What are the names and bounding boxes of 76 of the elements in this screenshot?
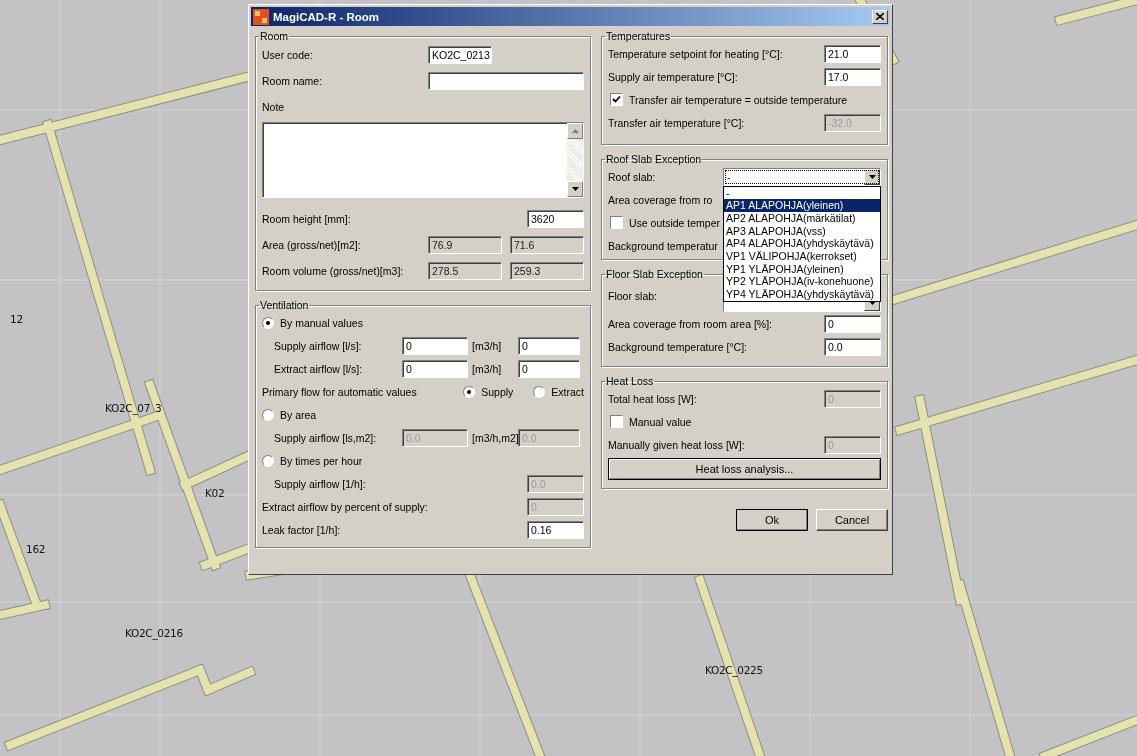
field-label: Transfer air temperature [°C]:	[608, 116, 746, 129]
readonly-field: 278.5	[428, 262, 502, 280]
field-label: Temperature setpoint for heating [°C]:	[608, 47, 784, 60]
dialog-button[interactable]: Ok	[736, 509, 808, 531]
input-field[interactable]: 3620	[527, 210, 584, 228]
field-label: Supply airflow [1/h]:	[274, 477, 367, 490]
field-label: Room volume (gross/net)[m3]:	[262, 265, 405, 277]
checkbox-label[interactable]: Use outside temper	[629, 216, 721, 229]
field-label: Primary flow for automatic values	[262, 385, 418, 398]
room-label: K02	[205, 487, 225, 499]
input-field[interactable]: 0	[402, 336, 468, 355]
radio-label[interactable]: Supply	[481, 385, 514, 398]
input-field[interactable]: 0	[824, 314, 881, 333]
field-label: Room height [mm]:	[262, 213, 352, 225]
field-label: Extract airflow [l/s]:	[274, 362, 364, 375]
field-label: Manually given heat loss [W]:	[608, 438, 746, 451]
dropdown-option[interactable]: -	[724, 186, 880, 200]
radio-label[interactable]: By manual values	[280, 316, 363, 329]
dropdown-option[interactable]: YP1 YLÄPOHJA(yleinen)	[724, 262, 880, 276]
field-label: Total heat loss [W]:	[608, 392, 698, 405]
input-field[interactable]: 0	[402, 359, 468, 378]
dropdown-option[interactable]: YP2 YLÄPOHJA(iv-konehuone)	[724, 275, 880, 289]
group-title: Floor Slab Exception	[605, 268, 704, 280]
field-label: Supply air temperature [°C]:	[608, 70, 739, 83]
input-field[interactable]: 0	[518, 359, 580, 378]
readonly-field: 76.9	[428, 236, 502, 254]
checkbox-label[interactable]: Manual value	[629, 415, 692, 428]
room-label: 162	[26, 543, 46, 555]
field-label: Leak factor [1/h]:	[262, 523, 342, 536]
field-label: Background temperature [°C]:	[608, 340, 749, 353]
field-label: Extract airflow by percent of supply:	[262, 500, 429, 513]
dropdown-option[interactable]: AP1 ALAPOHJA(yleinen)	[724, 199, 880, 212]
dropdown-option[interactable]: VP1 VÄLIPOHJA(kerrokset)	[724, 250, 880, 263]
field-label: Supply airflow [l/s]:	[274, 339, 363, 352]
analysis-button[interactable]: Heat loss analysis...	[608, 458, 881, 480]
checkbox-label[interactable]: Transfer air temperature = outside temperature	[629, 93, 848, 106]
unit-label: [m3/h]	[471, 362, 503, 375]
room-label: KO2C_0216	[125, 627, 183, 639]
dropdown-option[interactable]: AP3 ALAPOHJA(vss)	[724, 224, 880, 238]
field-label: Room name:	[262, 75, 324, 87]
input-field[interactable]: 21.0	[824, 44, 881, 63]
field-label: Note	[262, 101, 285, 113]
field-label: User code:	[262, 49, 314, 61]
group-title: Room	[259, 30, 289, 42]
dropdown-option[interactable]: AP4 ALAPOHJA(yhdyskäytävä)	[724, 237, 880, 250]
field-label: Roof slab:	[608, 170, 657, 183]
input-field[interactable]: 0.16	[527, 520, 584, 539]
dropdown-option[interactable]: AP2 ALAPOHJA(märkätilat)	[724, 211, 880, 225]
field-label: Floor slab:	[608, 290, 659, 302]
readonly-field: 259.3	[510, 262, 584, 280]
unit-label: [m3/h,m2]	[471, 431, 518, 444]
radio-label[interactable]: By area	[280, 408, 317, 421]
group-title: Heat Loss	[605, 375, 655, 387]
field-label: Background temperatur	[608, 239, 718, 252]
dropdown-option[interactable]: YP4 YLÄPOHJA(yhdyskäytävä)	[724, 288, 880, 301]
dialog-button[interactable]: Cancel	[816, 509, 888, 531]
group-title: Ventilation	[259, 299, 310, 311]
window-title: MagiCAD-R - Room	[273, 10, 381, 23]
room-label: 3	[155, 402, 162, 414]
input-field[interactable]: 17.0	[824, 67, 881, 86]
readonly-field: 71.6	[510, 236, 584, 254]
input-field[interactable]: 0	[518, 336, 580, 355]
room-label: 12	[10, 313, 23, 325]
group-title: Temperatures	[605, 30, 672, 42]
input-field[interactable]: 0.0	[824, 337, 881, 356]
field-label: Area coverage from room area [%]:	[608, 317, 773, 330]
radio-label[interactable]: Extract	[551, 385, 584, 398]
room-label: KO2C_07	[105, 402, 151, 414]
group-title: Roof Slab Exception	[605, 153, 703, 165]
field-label: Supply airflow [ls,m2]:	[274, 431, 378, 444]
radio-label[interactable]: By times per hour	[280, 454, 363, 467]
room-label: KO2C_0225	[705, 664, 763, 676]
unit-label: [m3/h]	[471, 339, 503, 352]
input-field[interactable]: KO2C_0213	[428, 46, 492, 64]
field-label: Area (gross/net)[m2]:	[262, 239, 362, 251]
field-label: Area coverage from ro	[608, 193, 713, 206]
